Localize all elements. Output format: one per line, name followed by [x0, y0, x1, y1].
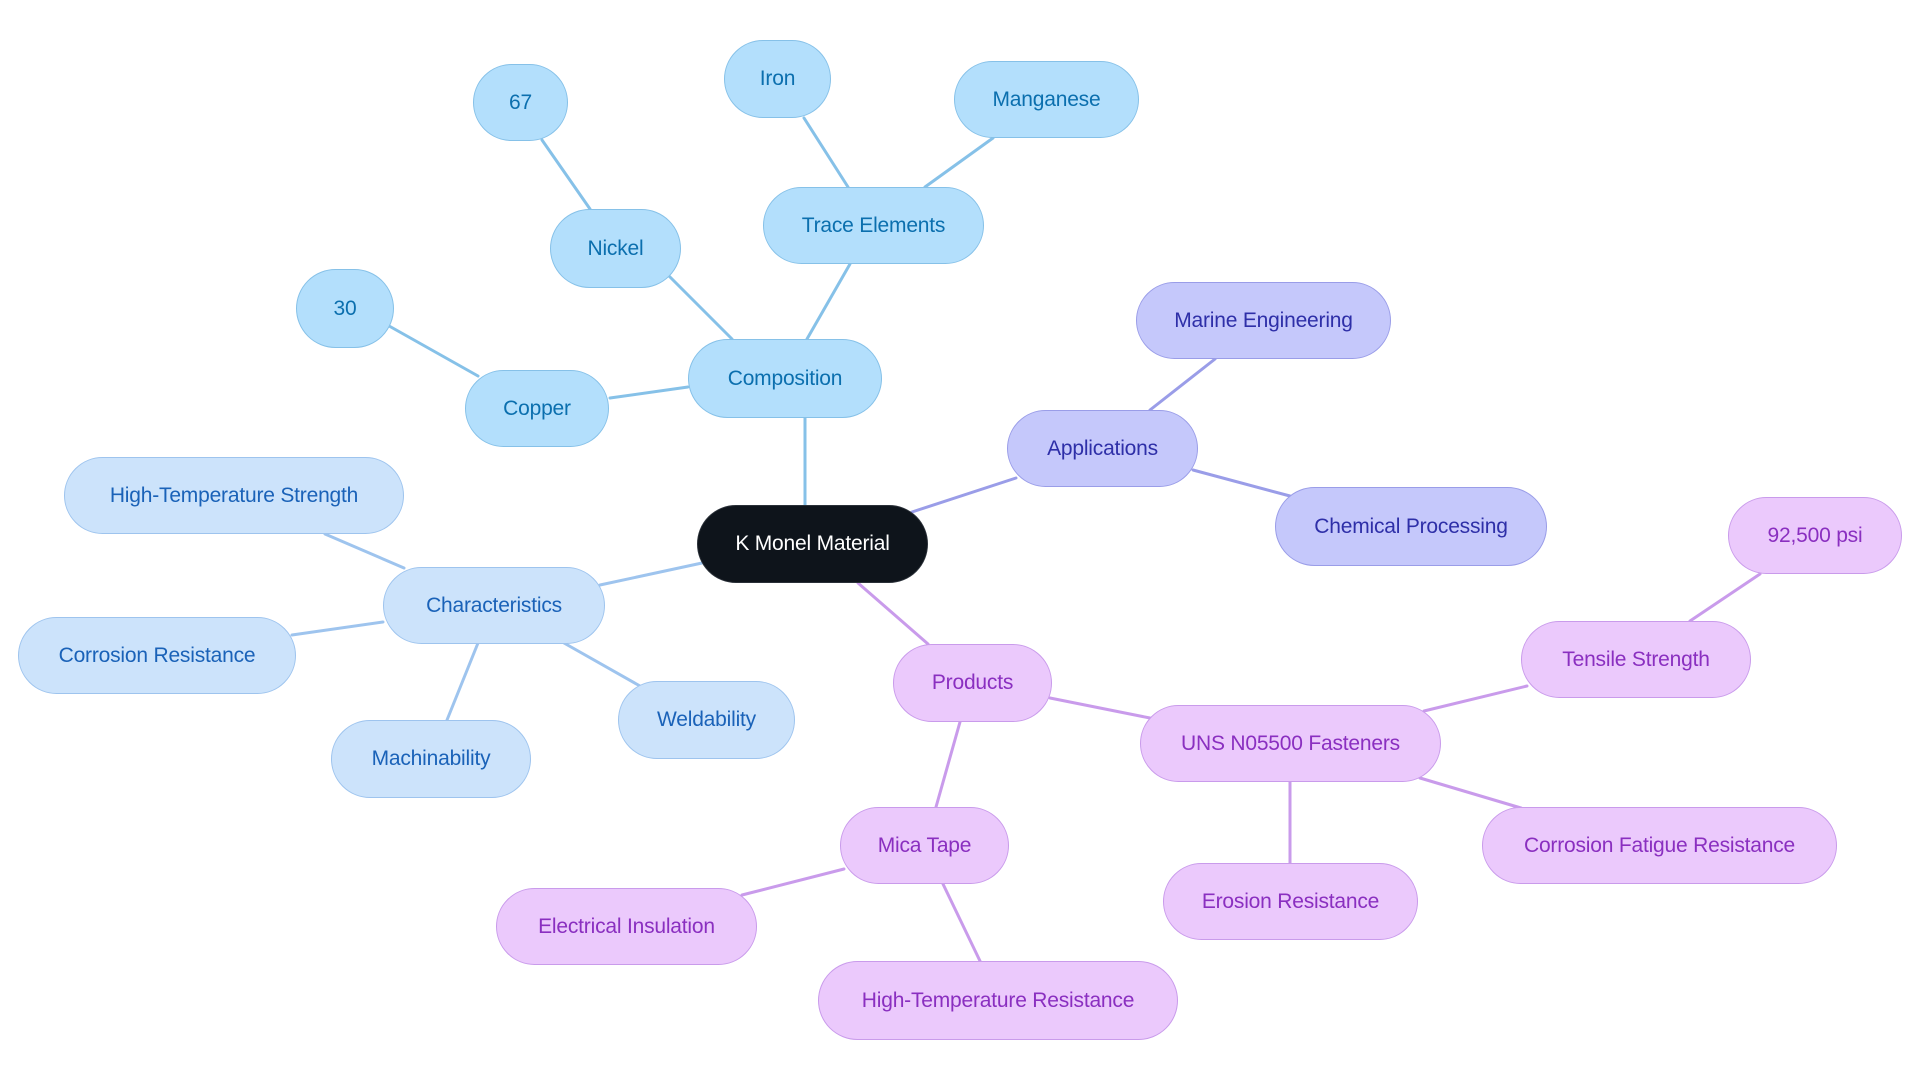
connector-line-products [941, 882, 982, 963]
node-mica-tape[interactable]: Mica Tape [840, 807, 1009, 884]
node-tensile-92500-psi[interactable]: 92,500 psi [1728, 497, 1902, 574]
connector-line-composition [802, 116, 850, 189]
connector-line-composition [805, 262, 852, 341]
node-manganese[interactable]: Manganese [954, 61, 1139, 138]
node-erosion-resistance[interactable]: Erosion Resistance [1163, 863, 1418, 940]
connector-line-characteristics [562, 641, 642, 688]
connector-line-applications [910, 476, 1018, 514]
node-nickel-67[interactable]: 67 [473, 64, 568, 141]
node-iron[interactable]: Iron [724, 40, 831, 118]
connector-line-products [740, 867, 846, 897]
connector-line-composition [661, 268, 734, 341]
node-characteristics[interactable]: Characteristics [383, 567, 605, 644]
connector-line-composition [380, 320, 480, 378]
node-high-temperature-resistance[interactable]: High-Temperature Resistance [818, 961, 1178, 1040]
root-node[interactable]: K Monel Material [697, 505, 928, 583]
connector-line-characteristics [323, 532, 406, 570]
connector-line-composition [540, 138, 592, 211]
connector-line-products [934, 720, 962, 809]
node-high-temperature-strength[interactable]: High-Temperature Strength [64, 457, 404, 534]
connector-line-applications [1148, 357, 1217, 412]
node-uns-n05500-fasteners[interactable]: UNS N05500 Fasteners [1140, 705, 1441, 782]
node-machinability[interactable]: Machinability [331, 720, 531, 798]
node-products[interactable]: Products [893, 644, 1052, 722]
node-nickel[interactable]: Nickel [550, 209, 681, 288]
connector-line-applications [1191, 468, 1292, 498]
connector-line-composition [608, 385, 690, 400]
node-weldability[interactable]: Weldability [618, 681, 795, 759]
connector-line-characteristics [445, 641, 480, 722]
connector-line-products [856, 581, 930, 646]
node-electrical-insulation[interactable]: Electrical Insulation [496, 888, 757, 965]
node-tensile-strength[interactable]: Tensile Strength [1521, 621, 1751, 698]
node-applications[interactable]: Applications [1007, 410, 1198, 487]
connector-line-products [1048, 696, 1152, 720]
node-marine-engineering[interactable]: Marine Engineering [1136, 282, 1391, 359]
connector-lines [290, 116, 1762, 963]
connector-line-products [1422, 684, 1529, 713]
node-composition[interactable]: Composition [688, 339, 882, 418]
node-chemical-processing[interactable]: Chemical Processing [1275, 487, 1547, 566]
connector-line-composition [923, 136, 995, 189]
node-corrosion-resistance[interactable]: Corrosion Resistance [18, 617, 296, 694]
node-copper-30[interactable]: 30 [296, 269, 394, 348]
node-corrosion-fatigue-resistance[interactable]: Corrosion Fatigue Resistance [1482, 807, 1837, 884]
connector-line-products [1418, 776, 1523, 810]
node-copper[interactable]: Copper [465, 370, 609, 447]
connector-line-products [1688, 572, 1762, 623]
connector-line-characteristics [290, 620, 385, 637]
connector-line-characteristics [598, 561, 704, 587]
node-trace-elements[interactable]: Trace Elements [763, 187, 984, 264]
